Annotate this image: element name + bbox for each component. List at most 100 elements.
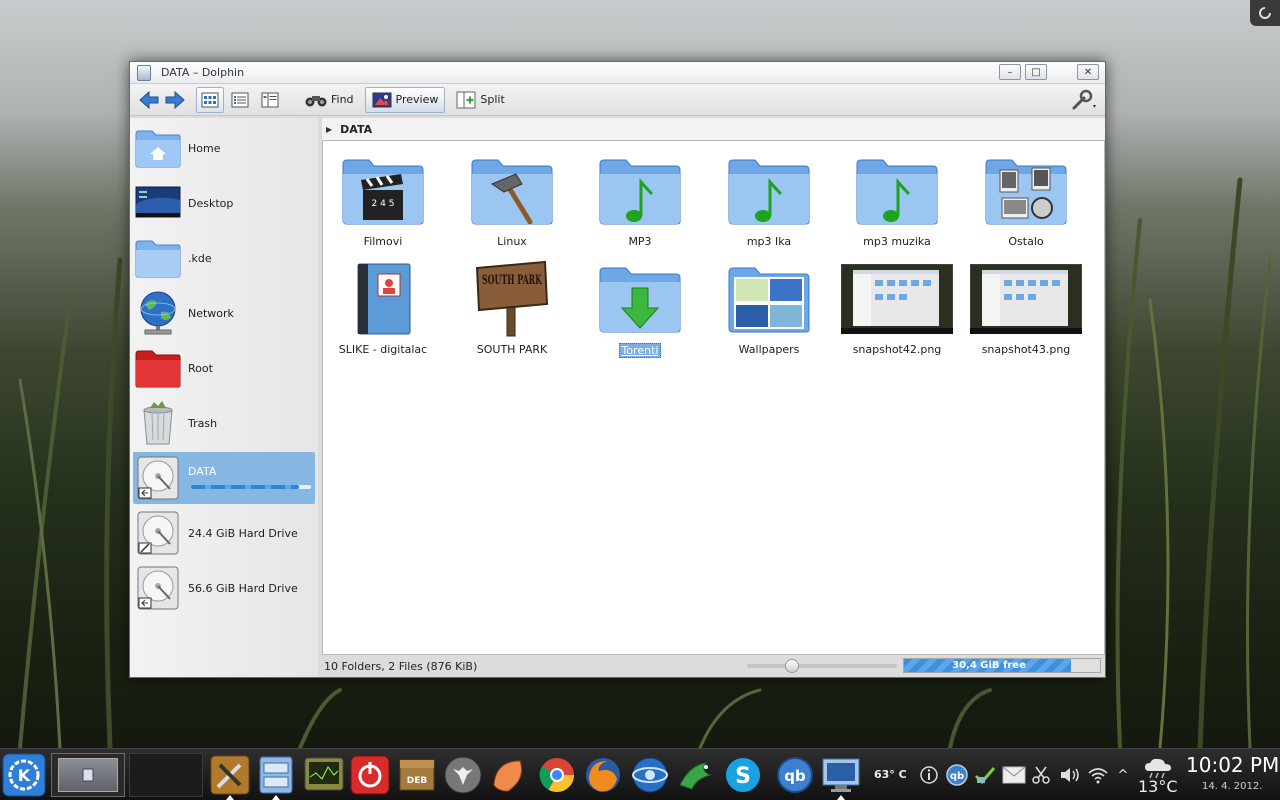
window-title: DATA – Dolphin [161,66,245,79]
launcher-skype[interactable]: S [722,754,764,796]
split-view-icon [456,91,476,108]
item-mp3[interactable]: MP3 [580,151,700,248]
split-button[interactable]: Split [449,87,511,113]
free-space-bar[interactable]: 30,4 GiB free [903,658,1101,673]
place-network[interactable]: Network [133,287,315,339]
music-folder-icon [599,159,681,225]
tray-mail[interactable] [1001,762,1027,788]
desktop-toolbox-button[interactable] [1250,0,1280,26]
maximize-button[interactable]: □ [1025,64,1047,80]
kde-menu-button[interactable]: K [2,753,46,797]
tray-updates[interactable] [972,762,998,788]
icons-view-button[interactable] [196,86,224,113]
find-button[interactable]: Find [298,87,361,113]
place-kde[interactable]: .kde [133,232,315,284]
tray-volume[interactable] [1058,762,1082,788]
arrow-right-icon [165,90,185,109]
tray-expand-button[interactable]: ^ [1114,762,1132,788]
firefox-icon [586,758,620,792]
hard-drive-icon [137,511,179,555]
tray-info[interactable] [918,762,940,788]
breadcrumb-arrow-icon[interactable]: ▶ [326,125,332,134]
place-trash[interactable]: Trash [133,397,315,449]
launcher-tools[interactable] [209,754,251,800]
launcher-file-manager[interactable] [255,754,297,800]
launcher-globe-app[interactable] [629,754,671,796]
item-snapshot43[interactable]: snapshot43.png [966,259,1086,356]
icons-view-icon [201,92,219,107]
place-hard-drive-56-label: 56.6 GiB Hard Drive [188,581,298,595]
svg-text:qb: qb [784,767,806,785]
svg-text:2 4 5: 2 4 5 [372,199,395,209]
tray-clipboard[interactable] [1030,762,1052,788]
south-park-sign-icon: SOUTH PARK [475,260,549,337]
item-snapshot42[interactable]: snapshot42.png [837,259,957,356]
zoom-slider[interactable] [747,659,897,673]
item-ostalo[interactable]: Ostalo [966,151,1086,248]
file-manager-icon [259,756,293,794]
item-linux[interactable]: Linux [452,151,572,248]
launcher-deb-package[interactable]: DEB [396,754,438,796]
main-toolbar: Find Preview Split [130,84,1105,116]
minimize-button[interactable]: – [999,64,1021,80]
launcher-chrome[interactable] [536,754,578,796]
preview-button[interactable]: Preview [364,86,446,113]
speaker-icon [1061,768,1079,782]
place-kde-label: .kde [188,251,212,265]
launcher-remote-desktop[interactable] [820,754,862,800]
tray-network[interactable] [1086,762,1110,788]
find-label: Find [331,93,354,106]
hammer-folder-icon [471,159,553,225]
forward-button[interactable] [162,88,188,112]
configure-menu-button[interactable] [1071,88,1097,112]
place-root[interactable]: Root [133,342,315,394]
desktop-pager-2[interactable] [129,753,203,797]
deb-package-icon: DEB [399,759,435,791]
breadcrumb[interactable]: ▶ DATA [322,118,1105,140]
preview-icon [372,92,392,107]
back-button[interactable] [136,88,162,112]
item-mp3-ika[interactable]: mp3 Ika [709,151,829,248]
item-filmovi-label: Filmovi [363,235,403,248]
window-miniature-icon [82,768,94,782]
cpu-temperature[interactable]: 63° C [874,768,907,781]
movie-folder-icon: 2 4 5 [342,159,424,225]
title-bar[interactable]: DATA – Dolphin – □ ✕ [130,62,1105,84]
south-park-sign-text: SOUTH PARK [482,273,542,288]
launcher-orange-app[interactable] [489,754,531,796]
cloud-rain-icon [1145,758,1171,779]
launcher-bird-app[interactable] [675,754,717,796]
item-mp3-muzika[interactable]: mp3 muzika [837,151,957,248]
place-hard-drive-24[interactable]: 24.4 GiB Hard Drive [133,507,315,559]
columns-view-button[interactable] [256,87,284,113]
close-button[interactable]: ✕ [1077,64,1099,80]
launcher-firefox[interactable] [582,754,624,796]
place-desktop[interactable]: Desktop [133,177,315,229]
wallpapers-folder-icon [728,267,810,333]
icons-view[interactable]: 2 4 5 Filmovi Linux MP3 mp3 Ika mp3 muzi… [322,140,1105,655]
item-torenti[interactable]: Torenti [580,259,700,358]
clock-time[interactable]: 10:02 PM [1186,753,1279,777]
download-folder-icon [599,267,681,333]
dolphin-app-icon[interactable] [137,64,151,81]
item-filmovi[interactable]: 2 4 5 Filmovi [323,151,443,248]
hard-drive-icon [137,456,179,500]
place-hard-drive-56[interactable]: 56.6 GiB Hard Drive [133,562,315,614]
launcher-wolf[interactable] [442,754,484,796]
item-south-park[interactable]: SOUTH PARK SOUTH PARK [452,259,572,356]
desktop-pager-1[interactable] [51,753,125,797]
item-wallpapers-label: Wallpapers [738,343,800,356]
breadcrumb-current[interactable]: DATA [340,123,372,136]
zoom-slider-handle[interactable] [785,659,799,673]
launcher-qbittorrent[interactable]: qb [774,754,816,796]
item-slike-digitalac[interactable]: SLIKE - digitalac [323,259,443,356]
launcher-system-monitor[interactable] [303,754,345,796]
details-view-button[interactable] [226,87,254,113]
item-wallpapers[interactable]: Wallpapers [709,259,829,356]
clock-date[interactable]: 14. 4. 2012. [1202,781,1262,792]
tray-qbittorrent[interactable]: qb [944,762,970,788]
place-home[interactable]: Home [133,122,315,174]
place-data[interactable]: DATA [133,452,315,504]
launcher-shutdown[interactable] [349,754,391,796]
weather-temperature: 13°C [1138,777,1178,796]
